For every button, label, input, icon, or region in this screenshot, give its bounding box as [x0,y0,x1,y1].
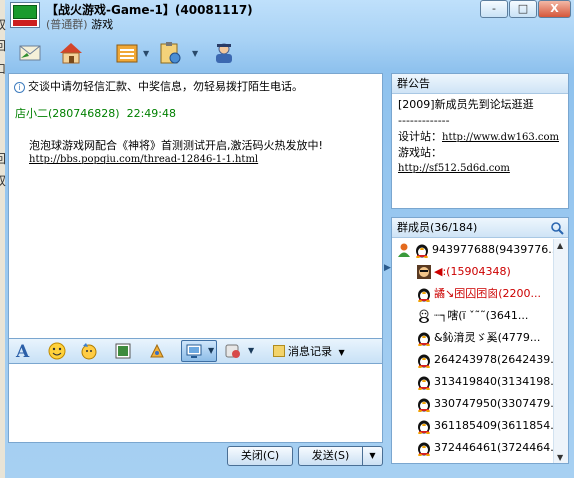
background-text: 回 [0,39,7,53]
scroll-down-icon[interactable]: ▼ [557,453,563,462]
maximize-button[interactable]: □ [509,0,537,18]
member-name: ◀:(15904348) [434,265,511,278]
shake-icon[interactable] [147,341,167,361]
shared-files-icon[interactable] [114,40,140,66]
announcement-line: 设计站：http://www.dw163.com [398,129,559,145]
member-avatar[interactable] [416,374,432,390]
member-list-scrollbar[interactable]: ▲ ▼ [553,239,568,463]
group-type: (普通群) [46,18,88,31]
member-item[interactable]: ◀:(15904348) [392,261,554,283]
scroll-up-icon[interactable]: ▲ [557,241,563,250]
home-icon[interactable] [58,40,84,66]
info-icon: i [14,81,25,93]
member-avatar[interactable] [416,308,432,324]
announcement-line: 游戏站： [398,146,442,159]
member-name: 372446461(3724464... [434,441,561,454]
minimize-button[interactable]: - [480,0,508,18]
send-button[interactable]: 发送(S) [298,446,362,466]
member-name: 943977688(9439776... [432,243,559,256]
theme-icon[interactable] [223,341,243,361]
message-sender[interactable]: 店小二(280746828) [15,107,120,120]
background-window-edge: 双回口回双 [0,0,7,478]
member-name: 361185409(3611854... [434,419,561,432]
member-avatar[interactable] [416,264,432,280]
message-time: 22:49:48 [126,107,176,120]
group-category: 游戏 [91,18,114,31]
announcement-link[interactable]: http://sf512.5d6d.com [398,161,559,177]
screenshot-button[interactable]: ▼ [181,340,217,362]
member-name: 313419840(3134198... [434,375,561,388]
message-input[interactable] [8,363,383,443]
member-item[interactable]: 943977688(9439776... [392,239,559,261]
announcement-line: [2009]新成员先到论坛逛逛 [398,98,534,111]
background-text: 双 [0,174,7,188]
member-avatar[interactable] [416,352,432,368]
font-icon[interactable]: A [13,341,33,362]
announcement-separator: ------------- [398,114,450,127]
close-button[interactable]: 关闭(C) [227,446,293,466]
send-options-dropdown[interactable]: ▼ [362,446,383,466]
background-text: 回 [0,152,7,166]
member-avatar[interactable] [416,418,432,434]
member-item[interactable]: ┈┐嗐(ï ˇ˜˜(3641... [392,305,554,327]
member-list: 943977688(9439776... ◀:(15904348) 譎↘囨囚囨囪(2… [392,239,561,459]
announcement-header: 群公告 [392,74,568,94]
announcement-link[interactable]: http://www.dw163.com [442,132,559,143]
member-card-icon[interactable] [211,40,237,66]
member-avatar[interactable] [416,396,432,412]
member-name: ┈┐嗐(ï ˇ˜˜(3641... [434,309,529,322]
screenshot-icon[interactable] [184,341,204,361]
shared-files-dropdown[interactable]: ▼ [143,49,149,58]
group-avatar[interactable] [10,2,40,28]
background-text: 口 [0,62,7,76]
message-history-button[interactable]: 消息记录 ▼ [273,343,345,359]
svg-text:A: A [15,342,30,361]
message-text: 泡泡球游戏网配合《神将》首测测试开启,激活码火热发放中! [29,139,323,152]
security-notice: i 交谈中请勿轻信汇款、中奖信息，勿轻易拨打陌生电话。 [14,78,303,94]
theme-dropdown[interactable]: ▼ [248,346,254,355]
member-item[interactable]: 372446461(3724464... [392,437,561,459]
collapse-arrow-icon[interactable]: ▶ [384,263,391,273]
group-announcement: 群公告 [2009]新成员先到论坛逛逛 ------------- 设计站：ht… [391,73,569,209]
admin-badge-icon [396,242,412,258]
background-text: 双 [0,18,7,32]
member-list-panel: 群成员(36/184) 943977688(9439776... ◀:(15904… [391,217,569,464]
close-window-button[interactable]: X [538,0,571,18]
member-avatar[interactable] [416,330,432,346]
announcement-label: 设计站： [398,130,442,143]
chat-history[interactable]: i 交谈中请勿轻信汇款、中奖信息，勿轻易拨打陌生电话。 店小二(280746828… [8,73,383,339]
member-item[interactable]: 361185409(3611854... [392,415,561,437]
group-settings-icon[interactable] [157,40,183,66]
member-name: &鈊湇灵ゞ奚(4779... [434,331,541,344]
member-item[interactable]: 264243978(2642439... [392,349,561,371]
member-avatar[interactable] [416,440,432,456]
notice-text: 交谈中请勿轻信汇款、中奖信息，勿轻易拨打陌生电话。 [28,80,303,93]
member-item[interactable]: 313419840(3134198... [392,371,561,393]
member-avatar[interactable] [414,242,430,258]
member-item[interactable]: 330747950(3307479... [392,393,561,415]
member-list-header: 群成员(36/184) [392,218,568,238]
search-icon[interactable] [550,221,564,235]
panel-splitter[interactable]: ▶ [383,73,391,463]
picture-icon[interactable] [113,341,133,361]
member-avatar[interactable] [416,286,432,302]
magic-emoticon-icon[interactable] [79,341,99,361]
group-settings-dropdown[interactable]: ▼ [192,49,198,58]
message-header: 店小二(280746828) 22:49:48 [15,105,176,121]
member-name: 譎↘囨囚囨囪(2200... [434,287,541,300]
mail-icon[interactable] [17,40,43,66]
group-subtitle: (普通群) 游戏 [46,16,113,32]
history-dropdown[interactable]: ▼ [339,348,345,357]
screenshot-dropdown[interactable]: ▼ [208,346,214,355]
message-link[interactable]: http://bbs.popqiu.com/thread-12846-1-1.h… [29,154,258,165]
format-toolbar: A ▼ ▼ 消息记录 ▼ [8,339,383,363]
history-icon [273,345,285,357]
member-name: 330747950(3307479... [434,397,561,410]
member-item[interactable]: &鈊湇灵ゞ奚(4779... [392,327,554,349]
history-label: 消息记录 [288,345,332,358]
member-item[interactable]: 譎↘囨囚囨囪(2200... [392,283,554,305]
emoticon-icon[interactable] [47,341,67,361]
member-name: 264243978(2642439... [434,353,561,366]
